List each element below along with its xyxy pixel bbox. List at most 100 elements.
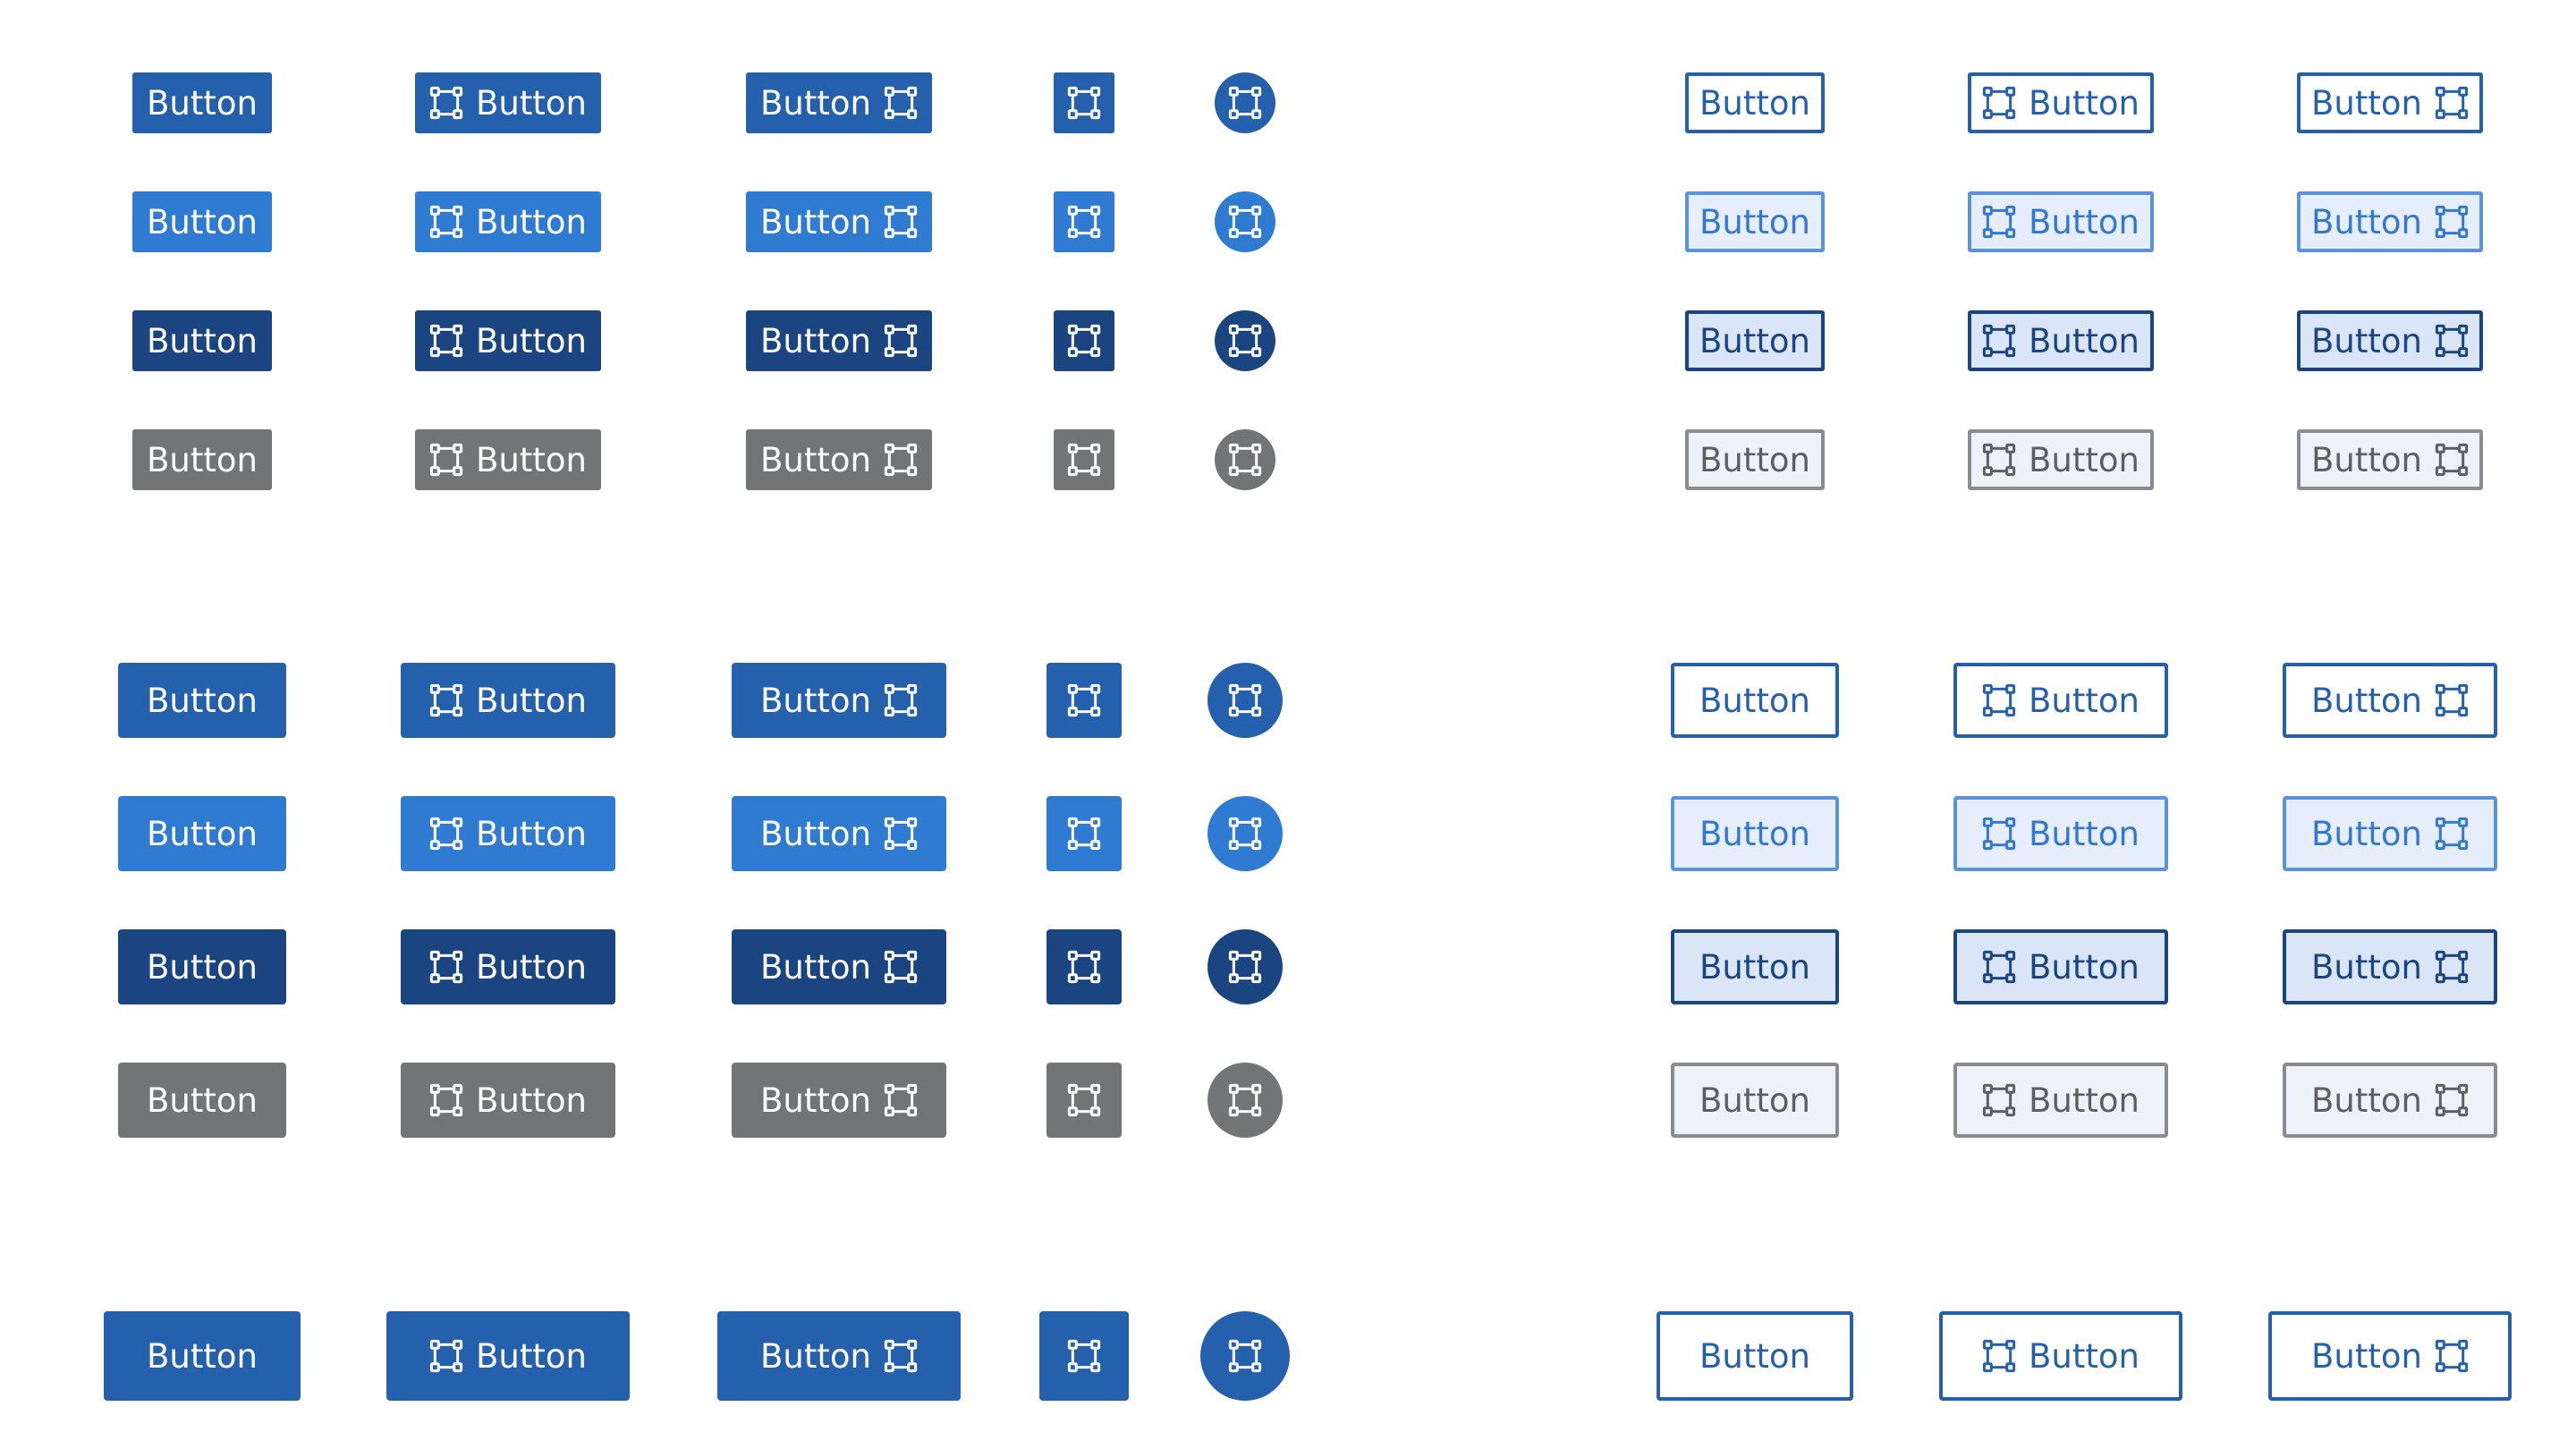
outline-icon-left-button-medium-disabled[interactable]: Button xyxy=(1953,1063,2168,1138)
solid-icon-circle-button-small-disabled[interactable] xyxy=(1215,429,1275,490)
solid-icon-right-button-medium-disabled[interactable]: Button xyxy=(732,1063,946,1138)
solid-icon-circle-button-small-hover[interactable] xyxy=(1215,191,1275,252)
outline-icon-right-button-small-default[interactable]: Button xyxy=(2297,72,2483,133)
solid-icon-square-button-medium-disabled[interactable] xyxy=(1046,1063,1122,1138)
solid-icon-right-button-small-default[interactable]: Button xyxy=(746,72,932,133)
solid-text-button-large-default[interactable]: Button xyxy=(104,1311,301,1401)
bounding-box-icon xyxy=(1982,205,2016,239)
outline-icon-right-button-small-active[interactable]: Button xyxy=(2297,310,2483,371)
outline-icon-left-button-medium-active[interactable]: Button xyxy=(1953,929,2168,1004)
outline-icon-right-button-medium-hover[interactable]: Button xyxy=(2283,796,2497,871)
outline-icon-left-button-large-default[interactable]: Button xyxy=(1939,1311,2182,1401)
outline-text-button-medium-active[interactable]: Button xyxy=(1671,929,1839,1004)
button-label: Button xyxy=(2029,1336,2140,1376)
solid-icon-right-button-medium-default[interactable]: Button xyxy=(732,663,946,738)
solid-icon-right-button-large-default[interactable]: Button xyxy=(717,1311,961,1401)
solid-icon-circle-button-medium-hover[interactable] xyxy=(1208,796,1283,871)
button-showcase: Button Button Button Button Button Button Butt… xyxy=(0,0,2576,1449)
solid-icon-circle-button-medium-default[interactable] xyxy=(1208,663,1283,738)
solid-icon-square-button-medium-active[interactable] xyxy=(1046,929,1122,1004)
outline-icon-left-button-small-default[interactable]: Button xyxy=(1968,72,2154,133)
outline-text-button-small-active[interactable]: Button xyxy=(1685,310,1825,371)
button-label: Button xyxy=(2311,947,2422,987)
bounding-box-icon xyxy=(2435,683,2469,717)
solid-icon-circle-button-small-active[interactable] xyxy=(1215,310,1275,371)
outline-text-button-small-default[interactable]: Button xyxy=(1685,72,1825,133)
solid-icon-square-button-small-active[interactable] xyxy=(1054,310,1114,371)
solid-icon-left-button-medium-hover[interactable]: Button xyxy=(401,796,615,871)
bounding-box-icon xyxy=(1067,1339,1101,1373)
solid-text-button-small-default[interactable]: Button xyxy=(132,72,272,133)
solid-text-button-small-active[interactable]: Button xyxy=(132,310,272,371)
outline-text-button-medium-hover[interactable]: Button xyxy=(1671,796,1839,871)
solid-text-button-medium-hover[interactable]: Button xyxy=(118,796,286,871)
outline-icon-left-button-medium-default[interactable]: Button xyxy=(1953,663,2168,738)
bounding-box-icon xyxy=(1982,324,2016,358)
solid-text-button-medium-disabled[interactable]: Button xyxy=(118,1063,286,1138)
outline-text-button-medium-default[interactable]: Button xyxy=(1671,663,1839,738)
solid-icon-left-button-large-default[interactable]: Button xyxy=(386,1311,630,1401)
button-label: Button xyxy=(2311,440,2422,479)
button-label: Button xyxy=(2029,321,2140,360)
solid-text-button-small-hover[interactable]: Button xyxy=(132,191,272,252)
button-label: Button xyxy=(760,321,871,360)
outline-icon-right-button-small-hover[interactable]: Button xyxy=(2297,191,2483,252)
solid-icon-left-button-medium-disabled[interactable]: Button xyxy=(401,1063,615,1138)
solid-icon-square-button-small-hover[interactable] xyxy=(1054,191,1114,252)
outline-icon-right-button-medium-active[interactable]: Button xyxy=(2283,929,2497,1004)
solid-icon-left-button-medium-default[interactable]: Button xyxy=(401,663,615,738)
solid-icon-left-button-small-active[interactable]: Button xyxy=(415,310,601,371)
button-label: Button xyxy=(760,681,871,720)
solid-icon-right-button-medium-hover[interactable]: Button xyxy=(732,796,946,871)
solid-icon-circle-button-small-default[interactable] xyxy=(1215,72,1275,133)
button-label: Button xyxy=(476,947,587,987)
bounding-box-icon xyxy=(1067,86,1101,120)
bounding-box-icon xyxy=(429,817,463,851)
outline-icon-right-button-medium-default[interactable]: Button xyxy=(2283,663,2497,738)
solid-text-button-medium-active[interactable]: Button xyxy=(118,929,286,1004)
solid-text-button-small-disabled[interactable]: Button xyxy=(132,429,272,490)
bounding-box-icon xyxy=(1228,1339,1262,1373)
solid-icon-right-button-small-active[interactable]: Button xyxy=(746,310,932,371)
solid-icon-square-button-small-default[interactable] xyxy=(1054,72,1114,133)
button-label: Button xyxy=(760,83,871,123)
outline-icon-left-button-small-disabled[interactable]: Button xyxy=(1968,429,2154,490)
bounding-box-icon xyxy=(1982,86,2016,120)
solid-icon-left-button-small-disabled[interactable]: Button xyxy=(415,429,601,490)
outline-text-button-small-hover[interactable]: Button xyxy=(1685,191,1825,252)
solid-icon-square-button-medium-default[interactable] xyxy=(1046,663,1122,738)
outline-icon-left-button-medium-hover[interactable]: Button xyxy=(1953,796,2168,871)
button-label: Button xyxy=(2029,814,2140,853)
outline-text-button-medium-disabled[interactable]: Button xyxy=(1671,1063,1839,1138)
button-label: Button xyxy=(147,1336,258,1376)
solid-icon-right-button-small-hover[interactable]: Button xyxy=(746,191,932,252)
outline-text-button-small-disabled[interactable]: Button xyxy=(1685,429,1825,490)
solid-icon-circle-button-large-default[interactable] xyxy=(1200,1311,1290,1401)
solid-icon-square-button-small-disabled[interactable] xyxy=(1054,429,1114,490)
solid-icon-left-button-medium-active[interactable]: Button xyxy=(401,929,615,1004)
outline-text-button-large-default[interactable]: Button xyxy=(1657,1311,1853,1401)
solid-icon-right-button-small-disabled[interactable]: Button xyxy=(746,429,932,490)
bounding-box-icon xyxy=(1228,950,1262,984)
solid-icon-right-button-medium-active[interactable]: Button xyxy=(732,929,946,1004)
bounding-box-icon xyxy=(1982,950,2016,984)
outline-icon-right-button-large-default[interactable]: Button xyxy=(2268,1311,2512,1401)
solid-icon-square-button-large-default[interactable] xyxy=(1039,1311,1129,1401)
outline-icon-left-button-small-active[interactable]: Button xyxy=(1968,310,2154,371)
solid-icon-circle-button-medium-disabled[interactable] xyxy=(1208,1063,1283,1138)
outline-icon-right-button-small-disabled[interactable]: Button xyxy=(2297,429,2483,490)
button-label: Button xyxy=(147,814,258,853)
bounding-box-icon xyxy=(1982,683,2016,717)
bounding-box-icon xyxy=(1228,817,1262,851)
solid-icon-square-button-medium-hover[interactable] xyxy=(1046,796,1122,871)
outline-icon-left-button-small-hover[interactable]: Button xyxy=(1968,191,2154,252)
button-label: Button xyxy=(147,202,258,242)
outline-icon-right-button-medium-disabled[interactable]: Button xyxy=(2283,1063,2497,1138)
solid-icon-left-button-small-hover[interactable]: Button xyxy=(415,191,601,252)
solid-text-button-medium-default[interactable]: Button xyxy=(118,663,286,738)
solid-icon-left-button-small-default[interactable]: Button xyxy=(415,72,601,133)
bounding-box-icon xyxy=(429,86,463,120)
button-label: Button xyxy=(760,814,871,853)
solid-icon-circle-button-medium-active[interactable] xyxy=(1208,929,1283,1004)
button-label: Button xyxy=(2311,681,2422,720)
